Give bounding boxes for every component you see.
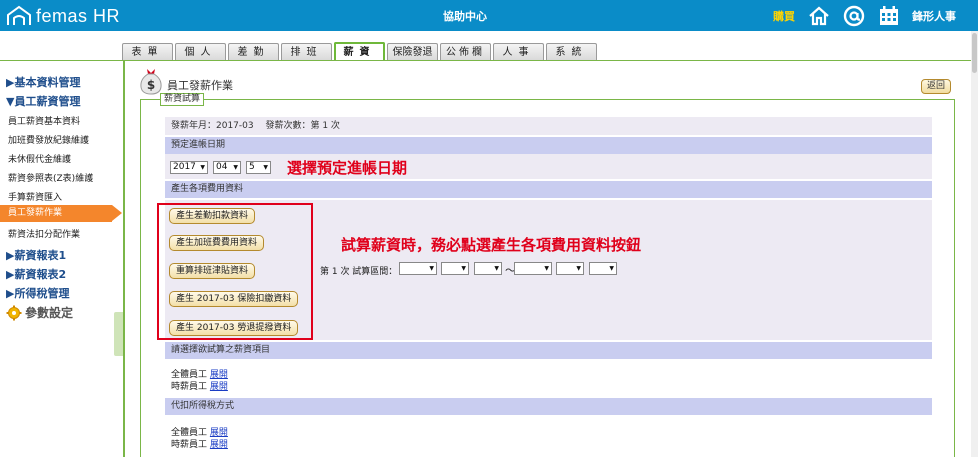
tab-insurance[interactable]: 保險發退 xyxy=(387,43,438,61)
sidebar: ▶基本資料管理 ▼員工薪資管理 員工薪資基本資料 加班費發放紀錄維護 未休假代金… xyxy=(0,61,123,457)
page-title: 員工發薪作業 xyxy=(167,79,233,92)
range-end-year[interactable]: ▼ xyxy=(514,262,552,275)
back-button[interactable]: 返回 xyxy=(921,79,951,94)
sidebar-basic-data[interactable]: ▶基本資料管理 xyxy=(6,74,80,90)
tab-attendance[interactable]: 差勤 xyxy=(228,43,279,61)
sidebar-item-leave-pay[interactable]: 未休假代金維護 xyxy=(8,152,71,165)
tab-scheduling[interactable]: 排班 xyxy=(281,43,332,61)
trial-range-label: 第 1 次 試算區間： xyxy=(320,267,398,277)
sidebar-item-overtime[interactable]: 加班費發放紀錄維護 xyxy=(8,133,89,146)
section-generate-costs: 產生各項費用資料 xyxy=(165,181,932,198)
tab-bulletin[interactable]: 公佈欄 xyxy=(440,43,491,61)
hourly-employees-expand-link[interactable]: 展開 xyxy=(210,382,228,392)
range-end-month[interactable]: ▼ xyxy=(556,262,584,275)
sidebar-report2[interactable]: ▶薪資報表2 xyxy=(6,266,66,282)
active-arrow xyxy=(112,205,122,221)
tax-method-area xyxy=(165,415,932,457)
sidebar-tax[interactable]: ▶所得稅管理 xyxy=(6,285,69,301)
annotation-select-date: 選擇預定進帳日期 xyxy=(287,159,408,177)
section-tax-method: 代扣所得稅方式 xyxy=(165,398,932,415)
sidebar-item-manual-import[interactable]: 手算薪資匯入 xyxy=(8,190,62,203)
main-content: $ 員工發薪作業 返回 薪資試算 發薪年月：2017-03 發薪次數：第 1 次… xyxy=(123,61,971,457)
logo-text: femas HR xyxy=(36,5,121,26)
panel-legend: 薪資試算 xyxy=(160,93,205,106)
range-end-day[interactable]: ▼ xyxy=(589,262,617,275)
tab-personal[interactable]: 個人 xyxy=(175,43,226,61)
sidebar-report1[interactable]: ▶薪資報表1 xyxy=(6,247,66,263)
range-start-year[interactable]: ▼ xyxy=(399,262,437,275)
year-select[interactable]: 2017 ▼ xyxy=(170,161,208,174)
annotation-generate-costs: 試算薪資時，務必點選產生各項費用資料按鈕 xyxy=(341,236,642,254)
sidebar-item-deduction[interactable]: 薪資法扣分配作業 xyxy=(8,227,80,240)
highlight-box xyxy=(157,203,313,340)
femas-logo[interactable]: femas HR xyxy=(6,4,120,28)
range-start-month[interactable]: ▼ xyxy=(441,262,469,275)
money-bag-icon: $ xyxy=(140,69,162,95)
date-row xyxy=(165,154,932,179)
gear-icon xyxy=(6,305,22,320)
calendar-icon[interactable] xyxy=(877,4,901,28)
sidebar-item-payroll-active[interactable]: 員工發薪作業 xyxy=(0,205,112,222)
tab-forms[interactable]: 表單 xyxy=(122,43,173,61)
scroll-thumb[interactable] xyxy=(972,33,977,73)
top-bar: femas HR 協助中心 購買 鋒形人事 xyxy=(0,0,978,31)
section-expected-date: 預定進帳日期 xyxy=(165,137,932,154)
tax-hourly-employees-row: 時薪員工 展開 xyxy=(171,437,228,450)
company-name[interactable]: 鋒形人事 xyxy=(912,8,956,24)
settings-label: 參數設定 xyxy=(25,306,74,320)
sidebar-item-salary-basic[interactable]: 員工薪資基本資料 xyxy=(8,114,80,127)
month-select[interactable]: 04 ▼ xyxy=(213,161,241,174)
tab-salary[interactable]: 薪資 xyxy=(334,42,385,61)
sidebar-collapse-handle[interactable] xyxy=(114,312,123,356)
logo-icon xyxy=(7,5,31,25)
sidebar-item-z-table[interactable]: 薪資參照表(Z表)維護 xyxy=(8,171,93,184)
vertical-scrollbar[interactable] xyxy=(971,31,978,457)
payroll-info: 發薪年月：2017-03 發薪次數：第 1 次 xyxy=(165,117,932,135)
buy-link[interactable]: 購買 xyxy=(773,8,795,24)
help-center-link[interactable]: 協助中心 xyxy=(443,8,487,24)
section-salary-items: 請選擇欲試算之薪資項目 xyxy=(165,342,932,359)
main-tabs: 表單 個人 差勤 排班 薪資 保險發退 公佈欄 人事 系統 xyxy=(0,31,978,62)
home-icon[interactable] xyxy=(807,4,831,28)
sidebar-settings[interactable]: 參數設定 xyxy=(6,304,73,321)
hourly-employees-row: 時薪員工 展開 xyxy=(171,379,228,392)
tab-personnel[interactable]: 人事 xyxy=(493,43,544,61)
svg-text:$: $ xyxy=(147,78,155,92)
range-start-day[interactable]: ▼ xyxy=(474,262,502,275)
salary-items-area xyxy=(165,359,932,395)
tax-hourly-employees-label: 時薪員工 xyxy=(171,440,208,450)
hourly-employees-label: 時薪員工 xyxy=(171,382,208,392)
tab-system[interactable]: 系統 xyxy=(546,43,597,61)
email-icon[interactable] xyxy=(842,4,866,28)
day-select[interactable]: 5 ▼ xyxy=(246,161,271,174)
sidebar-salary-mgmt[interactable]: ▼員工薪資管理 xyxy=(6,93,80,109)
tax-hourly-employees-expand-link[interactable]: 展開 xyxy=(210,440,228,450)
